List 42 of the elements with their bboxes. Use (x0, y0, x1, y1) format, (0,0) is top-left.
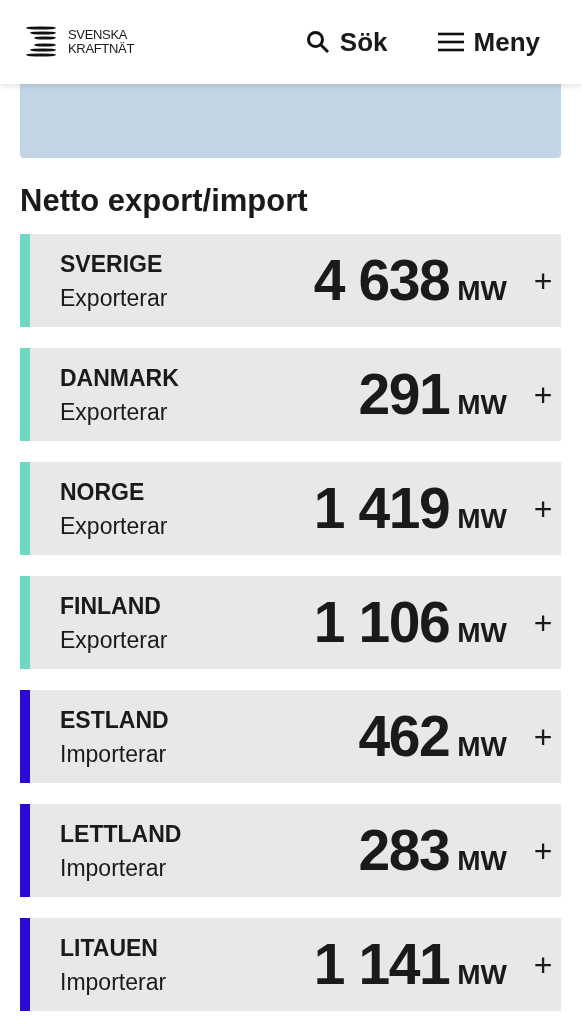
menu-button[interactable]: Meny (437, 22, 540, 62)
expand-button[interactable]: + (531, 834, 555, 867)
search-icon (305, 30, 330, 54)
expand-button[interactable]: + (531, 378, 555, 411)
flow-direction: Exporterar (60, 511, 168, 540)
expand-button[interactable]: + (531, 264, 555, 297)
flow-direction: Exporterar (60, 625, 168, 654)
country-name: DANMARK (60, 363, 179, 392)
power-value: 283 (358, 819, 450, 880)
power-value: 291 (358, 363, 450, 424)
country-name: SVERIGE (60, 249, 164, 278)
search-button[interactable]: Sök (305, 22, 388, 62)
flow-direction: Importerar (60, 853, 168, 882)
power-unit: MW (457, 843, 507, 878)
power-unit: MW (457, 957, 507, 992)
power-unit: MW (457, 729, 507, 764)
power-value: 4 638 (313, 249, 450, 310)
power-value: 462 (358, 705, 450, 766)
logo-text: SVENSKA (68, 28, 129, 42)
country-name: LITAUEN (60, 933, 159, 962)
flow-direction: Exporterar (60, 283, 168, 312)
power-value: 1 106 (313, 591, 450, 652)
power-value: 1 141 (313, 933, 450, 994)
logo-text: KRAFTNÄT (68, 42, 134, 56)
power-unit: MW (457, 273, 507, 308)
flow-direction: Exporterar (60, 397, 169, 426)
expand-button[interactable]: + (531, 720, 555, 753)
country-name: FINLAND (60, 591, 162, 620)
expand-button[interactable]: + (531, 606, 555, 639)
section-title: Netto export/import (20, 182, 309, 220)
power-unit: MW (457, 615, 507, 650)
flow-direction: Importerar (60, 967, 167, 996)
power-value: 1 419 (313, 477, 450, 538)
country-name: NORGE (60, 477, 146, 506)
expand-button[interactable]: + (531, 492, 555, 525)
power-unit: MW (457, 501, 507, 536)
country-name: ESTLAND (60, 705, 169, 734)
expand-button[interactable]: + (531, 948, 555, 981)
menu-icon (437, 32, 464, 52)
power-unit: MW (457, 387, 507, 422)
country-name: LETTLAND (60, 819, 182, 848)
flow-direction: Importerar (60, 739, 168, 768)
